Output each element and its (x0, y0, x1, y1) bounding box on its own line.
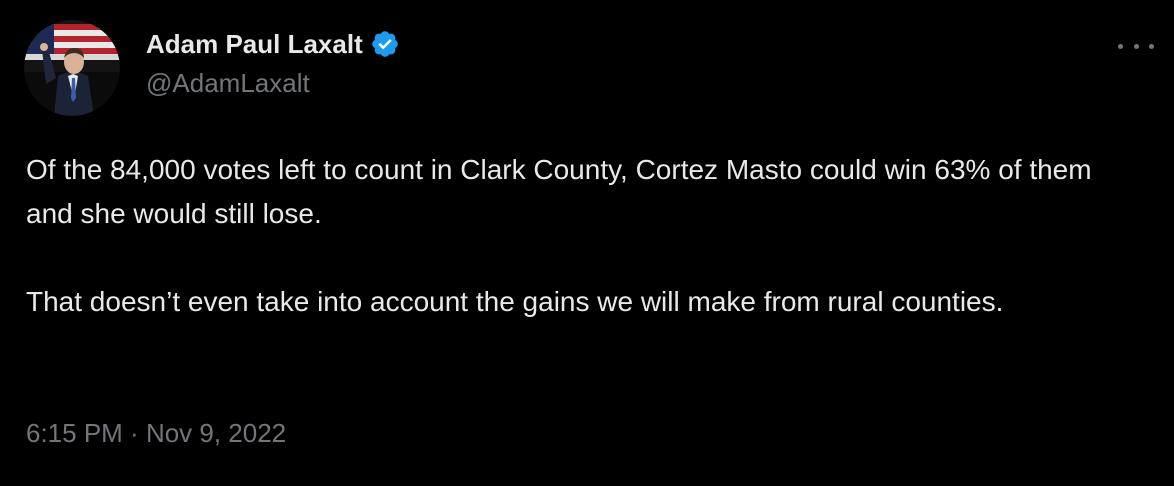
tweet-paragraph: Of the 84,000 votes left to count in Cla… (26, 154, 1092, 229)
tweet-time[interactable]: 6:15 PM (26, 418, 123, 448)
tweet-card: Adam Paul Laxalt @AdamLaxalt Of the 84,0… (0, 0, 1174, 486)
more-dot (1149, 43, 1154, 49)
tweet-timestamp: 6:15 PM · Nov 9, 2022 (26, 418, 286, 449)
author-handle[interactable]: @AdamLaxalt (146, 68, 400, 99)
author-info: Adam Paul Laxalt @AdamLaxalt (146, 26, 400, 99)
tweet-paragraph: That doesn’t even take into account the … (26, 286, 1004, 317)
more-dot (1133, 43, 1139, 49)
tweet-text: Of the 84,000 votes left to count in Cla… (26, 148, 1136, 324)
avatar-image (24, 20, 120, 116)
verified-badge-icon[interactable] (370, 29, 400, 59)
author-display-name[interactable]: Adam Paul Laxalt (146, 29, 363, 60)
more-options-icon[interactable] (1118, 40, 1154, 52)
timestamp-separator: · (122, 418, 146, 448)
author-avatar[interactable] (24, 20, 120, 116)
tweet-date[interactable]: Nov 9, 2022 (146, 418, 286, 448)
author-name-row: Adam Paul Laxalt (146, 26, 400, 62)
more-dot (1118, 43, 1123, 49)
